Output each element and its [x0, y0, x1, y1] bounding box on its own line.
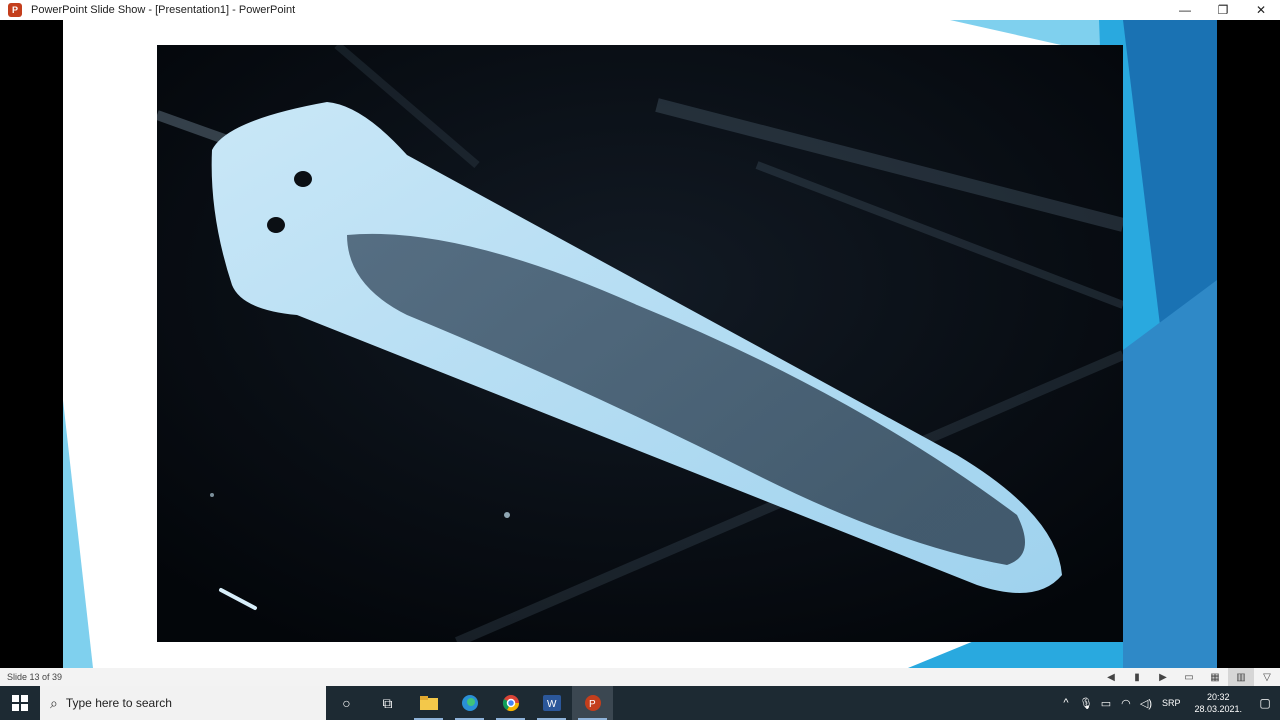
chrome-icon[interactable]	[490, 686, 531, 720]
windows-logo-icon	[12, 695, 28, 711]
window-title: PowerPoint Slide Show - [Presentation1] …	[31, 4, 296, 16]
language-indicator[interactable]: SRP	[1162, 698, 1181, 708]
microphone-icon[interactable]: 🎙	[1076, 697, 1096, 710]
slideshow-stage[interactable]	[0, 20, 1280, 668]
restore-button[interactable]: ❐	[1204, 0, 1242, 20]
file-explorer-icon[interactable]	[408, 686, 449, 720]
prev-slide-icon[interactable]: ◀	[1098, 668, 1124, 686]
powerpoint-icon[interactable]: P	[572, 686, 613, 720]
window-titlebar: P PowerPoint Slide Show - [Presentation1…	[0, 0, 1280, 20]
edge-icon[interactable]	[449, 686, 490, 720]
slideshow-icon[interactable]: ▽	[1254, 668, 1280, 686]
battery-icon[interactable]: ▭	[1096, 697, 1116, 710]
svg-text:W: W	[547, 699, 557, 710]
normal-view-icon[interactable]: ▭	[1176, 668, 1202, 686]
status-bar: Slide 13 of 39 ◀ ▮ ▶ ▭ ▦ ▥ ▽	[0, 668, 1280, 686]
notification-icon[interactable]: ▢	[1250, 686, 1280, 720]
clock[interactable]: 20:32 28.03.2021.	[1194, 691, 1242, 715]
word-icon[interactable]: W	[531, 686, 572, 720]
windows-taskbar: ⌕ Type here to search ○ ⧉ W P ^ 🎙 ▭ ◠ ◁)…	[0, 686, 1280, 720]
volume-icon[interactable]: ◁)	[1136, 697, 1156, 710]
reading-view-icon[interactable]: ▥	[1228, 668, 1254, 686]
planarian-microscope-image	[157, 45, 1123, 642]
clock-time: 20:32	[1206, 692, 1230, 702]
system-tray: ^ 🎙 ▭ ◠ ◁) SRP 20:32 28.03.2021. ▢	[1056, 686, 1280, 720]
search-box[interactable]: ⌕ Type here to search	[40, 686, 326, 720]
slide[interactable]	[63, 20, 1217, 668]
cortana-icon[interactable]: ○	[326, 686, 367, 720]
next-slide-icon[interactable]: ▶	[1150, 668, 1176, 686]
search-placeholder: Type here to search	[65, 696, 172, 710]
slide-counter: Slide 13 of 39	[7, 672, 63, 682]
pause-icon[interactable]: ▮	[1124, 668, 1150, 686]
minimize-button[interactable]: —	[1166, 0, 1204, 20]
chevron-up-icon[interactable]: ^	[1056, 697, 1076, 709]
start-button[interactable]	[0, 686, 40, 720]
svg-text:P: P	[589, 699, 596, 710]
task-view-icon[interactable]: ⧉	[367, 686, 408, 720]
search-icon: ⌕	[50, 694, 58, 711]
wifi-icon[interactable]: ◠	[1116, 697, 1136, 710]
powerpoint-app-icon: P	[8, 3, 22, 17]
clock-date: 28.03.2021.	[1194, 704, 1242, 714]
slide-sorter-icon[interactable]: ▦	[1202, 668, 1228, 686]
close-button[interactable]: ✕	[1242, 0, 1280, 20]
